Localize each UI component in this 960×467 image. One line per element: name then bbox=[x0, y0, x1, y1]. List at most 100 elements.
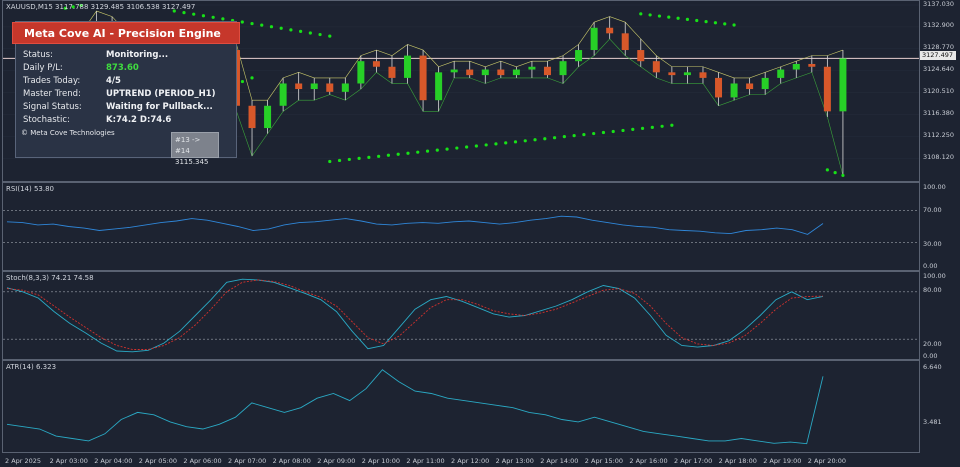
sar-dot bbox=[621, 128, 625, 133]
stochastic-label: Stochastic: bbox=[23, 115, 70, 125]
sar-dot bbox=[825, 168, 829, 172]
trades-today-label: Trades Today: bbox=[23, 76, 81, 86]
sar-dot bbox=[592, 131, 596, 136]
sar-dot bbox=[328, 34, 332, 38]
rsi-line bbox=[6, 215, 824, 235]
time-tick: 2 Apr 08:00 bbox=[272, 457, 311, 465]
sar-dot bbox=[660, 124, 664, 128]
candle-body bbox=[730, 83, 738, 98]
stochastic-tick: 20.00 bbox=[923, 340, 942, 348]
sar-dot bbox=[732, 23, 736, 27]
price-tick: 3137.030 bbox=[923, 0, 955, 8]
stoch-main-line bbox=[6, 278, 824, 353]
sar-dot bbox=[543, 137, 547, 141]
candle-body bbox=[372, 61, 380, 67]
sar-dot bbox=[601, 130, 606, 135]
price-axis: 3137.030 3132.900 3128.770 3124.640 3120… bbox=[920, 0, 960, 182]
price-chart-pane[interactable]: XAUUSD,M15 3117.788 3129.485 3106.538 31… bbox=[2, 0, 920, 182]
candle-body bbox=[746, 83, 754, 90]
trade-tooltip: #13 -> #14 3115.345 bbox=[171, 132, 219, 166]
time-tick: 2 Apr 20:00 bbox=[807, 457, 847, 465]
candle-body bbox=[248, 105, 256, 129]
sar-dot bbox=[704, 20, 708, 24]
candle-body bbox=[419, 55, 427, 101]
candle-body bbox=[528, 66, 536, 70]
sar-dot bbox=[289, 28, 293, 32]
sar-dot bbox=[611, 129, 615, 134]
sar-dot bbox=[250, 76, 254, 80]
rsi-chart[interactable] bbox=[3, 183, 919, 270]
price-tick: 3112.250 bbox=[923, 131, 955, 139]
candle-body bbox=[279, 83, 287, 106]
sar-dot bbox=[523, 139, 527, 143]
sar-dot bbox=[240, 20, 244, 24]
time-tick: 2 Apr 12:00 bbox=[451, 457, 490, 465]
sar-dot bbox=[201, 14, 206, 18]
sar-dot bbox=[723, 22, 727, 26]
rsi-tick: 0.00 bbox=[923, 262, 938, 270]
atr-pane[interactable]: ATR(14) 6.323 bbox=[2, 360, 920, 453]
sar-dot bbox=[211, 15, 215, 19]
candle-body bbox=[839, 58, 847, 112]
atr-tick: 3.481 bbox=[923, 418, 942, 426]
sar-dot bbox=[670, 123, 674, 127]
stochastic-axis: 100.00 80.00 20.00 0.00 bbox=[920, 271, 960, 360]
rsi-pane[interactable]: RSI(14) 53.80 bbox=[2, 182, 920, 271]
candle-body bbox=[264, 105, 272, 129]
time-tick: 2 Apr 19:00 bbox=[763, 457, 802, 465]
atr-axis: 6.640 3.481 bbox=[920, 360, 960, 453]
sar-dot bbox=[386, 153, 391, 157]
atr-label: ATR(14) 6.323 bbox=[6, 363, 57, 371]
candle-body bbox=[590, 27, 598, 51]
sar-dot bbox=[455, 146, 459, 150]
candle-body bbox=[777, 69, 785, 78]
daily-pl-value: 873.60 bbox=[106, 63, 139, 73]
candle-body bbox=[699, 72, 707, 78]
master-trend-value: UPTREND (PERIOD_H1) bbox=[106, 89, 216, 99]
candle-body bbox=[652, 61, 660, 73]
stochastic-chart[interactable] bbox=[3, 272, 919, 359]
sar-dot bbox=[465, 145, 469, 149]
candle-body bbox=[435, 72, 443, 101]
candle-body bbox=[575, 50, 583, 62]
sar-dot bbox=[713, 21, 718, 25]
sar-dot bbox=[504, 141, 508, 145]
candle-body bbox=[512, 69, 520, 76]
atr-chart[interactable] bbox=[3, 361, 919, 452]
rsi-tick: 70.00 bbox=[923, 206, 942, 214]
stochastic-label: Stoch(8,3,3) 74.21 74.58 bbox=[6, 274, 94, 282]
status-value: Monitoring... bbox=[106, 50, 169, 60]
candle-body bbox=[823, 66, 831, 112]
price-tick: 3108.120 bbox=[923, 153, 955, 161]
sar-dot bbox=[308, 31, 312, 35]
sar-dot bbox=[396, 152, 400, 156]
stochastic-pane[interactable]: Stoch(8,3,3) 74.21 74.58 bbox=[2, 271, 920, 360]
sar-dot bbox=[650, 125, 654, 129]
candle-body bbox=[310, 83, 318, 90]
stochastic-tick: 80.00 bbox=[923, 286, 942, 294]
sar-dot bbox=[221, 17, 225, 21]
sar-dot bbox=[250, 21, 254, 26]
copyright-text: © Meta Cove Technologies bbox=[21, 129, 115, 137]
stochastic-value: K:74.2 D:74.6 bbox=[106, 115, 172, 125]
rsi-tick: 30.00 bbox=[923, 240, 942, 248]
sar-dot bbox=[631, 127, 635, 132]
sar-dot bbox=[833, 171, 837, 175]
candle-body bbox=[559, 61, 567, 76]
sar-dot bbox=[445, 147, 449, 151]
candle-body bbox=[621, 33, 629, 51]
sar-dot bbox=[533, 138, 537, 142]
time-axis: 2 Apr 2025 2 Apr 03:00 2 Apr 04:00 2 Apr 05… bbox=[2, 455, 920, 467]
sar-dot bbox=[425, 149, 430, 153]
time-tick: 2 Apr 17:00 bbox=[674, 457, 713, 465]
candle-body bbox=[668, 72, 676, 76]
time-tick: 2 Apr 04:00 bbox=[94, 457, 133, 465]
candle-body bbox=[450, 69, 458, 73]
sar-dot bbox=[328, 159, 332, 164]
price-tick: 3116.380 bbox=[923, 109, 955, 117]
current-price-tag: 3127.497 bbox=[920, 51, 956, 60]
candle-body bbox=[295, 83, 303, 90]
status-label: Status: bbox=[23, 50, 53, 60]
candle-body bbox=[808, 63, 816, 67]
candle-body bbox=[404, 55, 412, 78]
